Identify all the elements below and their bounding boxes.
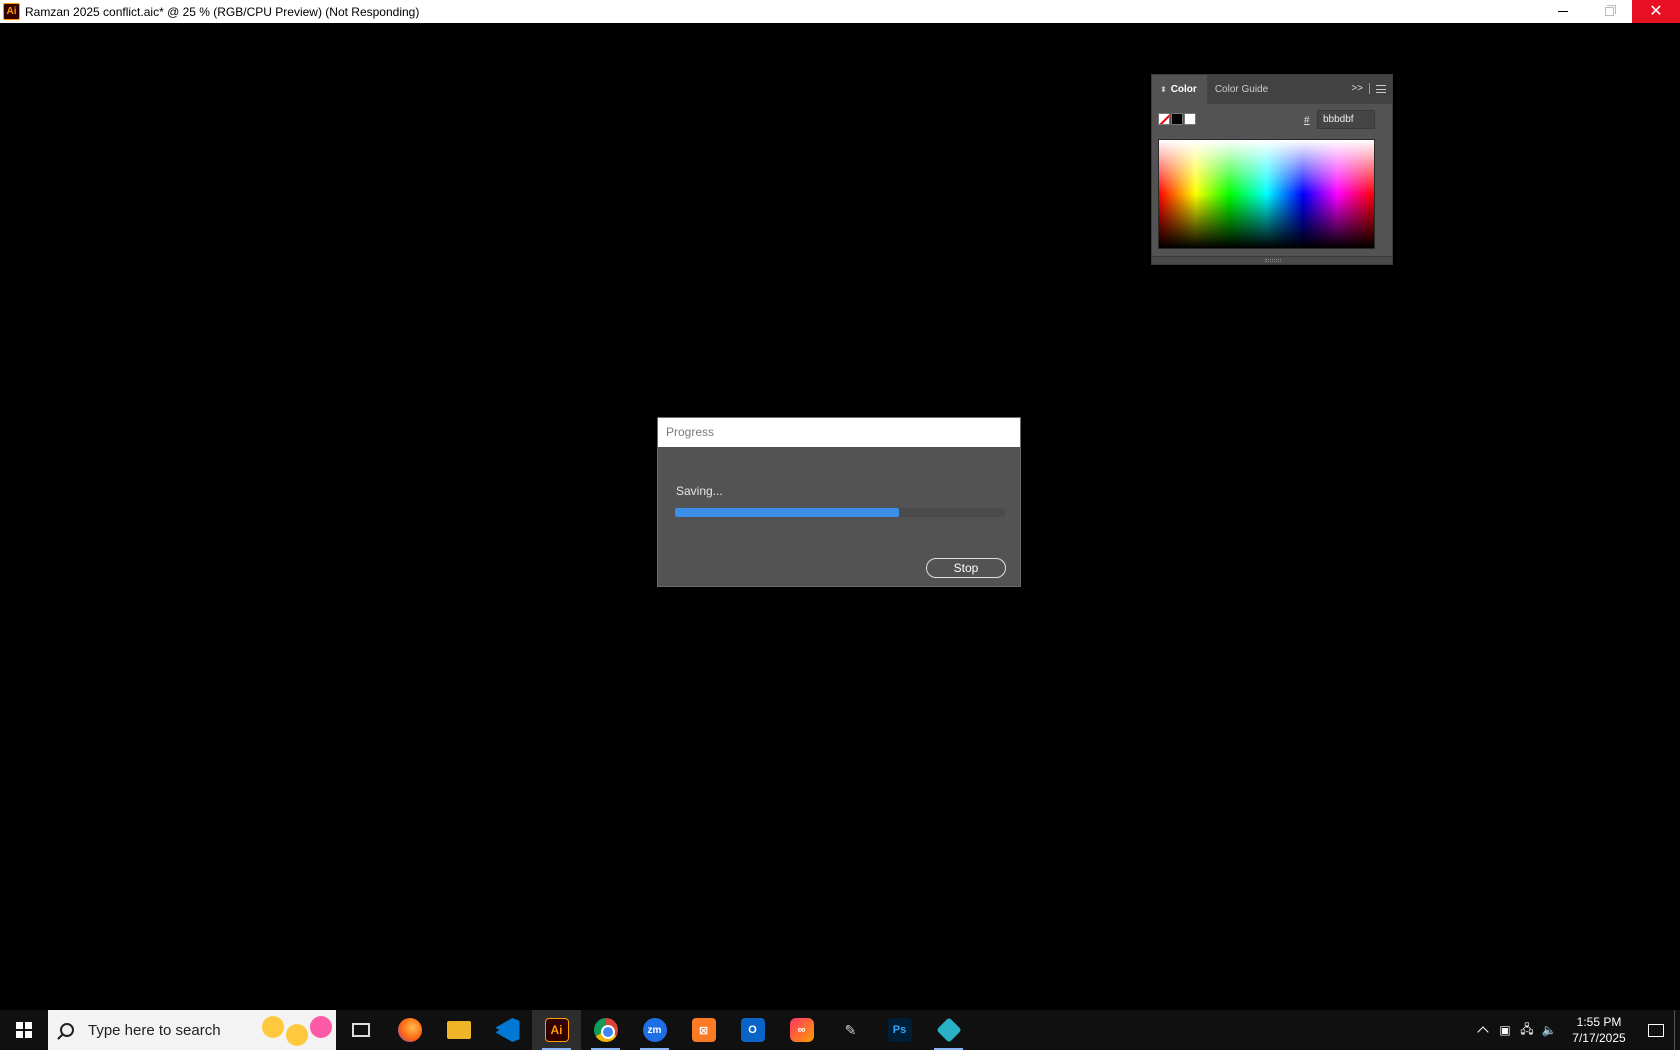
taskbar-file-explorer[interactable]: [434, 1010, 483, 1050]
illustrator-icon: Ai: [544, 1018, 569, 1042]
folder-icon: [446, 1021, 471, 1039]
firefox-icon: [397, 1018, 422, 1042]
creative-cloud-icon: ∞: [789, 1018, 814, 1042]
search-placeholder: Type here to search: [88, 1021, 221, 1039]
notification-icon: [1648, 1023, 1664, 1037]
hex-color-input[interactable]: bbbdbf: [1317, 110, 1375, 129]
close-button[interactable]: ✕: [1632, 0, 1680, 23]
tab-color-guide-label: Color Guide: [1214, 84, 1269, 95]
network-icon[interactable]: 🖧: [1516, 1010, 1538, 1050]
taskbar-illustrator[interactable]: Ai: [532, 1010, 581, 1050]
taskbar-vscode[interactable]: [483, 1010, 532, 1050]
dialog-title: Progress: [658, 418, 1020, 447]
color-panel-tabs: ⬍ Color Color Guide >>: [1152, 75, 1392, 104]
emoji-icon: [286, 1024, 308, 1046]
system-tray: ▣ 🖧 🔈 1:55 PM 7/17/2025: [1472, 1010, 1680, 1050]
outlook-icon: O: [740, 1018, 765, 1042]
taskbar-zoom[interactable]: zm: [630, 1010, 679, 1050]
show-hidden-icons-button[interactable]: [1472, 1010, 1494, 1050]
taskbar-clock[interactable]: 1:55 PM 7/17/2025: [1564, 1014, 1634, 1046]
taskbar-firefox[interactable]: [385, 1010, 434, 1050]
window-title-bar: Ai Ramzan 2025 conflict.aic* @ 25 % (RGB…: [0, 0, 1680, 23]
hex-hash-label: #: [1304, 115, 1310, 126]
search-icon: [60, 1023, 74, 1037]
collapse-panel-icon[interactable]: >>: [1351, 83, 1363, 94]
vscode-icon: [495, 1018, 520, 1042]
zoom-icon: zm: [642, 1018, 667, 1042]
xampp-icon: ⊠: [691, 1018, 716, 1042]
black-swatch[interactable]: [1171, 113, 1183, 125]
show-desktop-button[interactable]: [1674, 1010, 1680, 1050]
progress-dialog: Progress Saving... Stop: [657, 417, 1021, 587]
taskbar-diamond-app[interactable]: [924, 1010, 973, 1050]
clock-date: 7/17/2025: [1572, 1031, 1626, 1045]
minimize-button[interactable]: [1540, 0, 1586, 23]
emoji-icon: [262, 1016, 284, 1038]
taskbar-task-view[interactable]: [336, 1010, 385, 1050]
photoshop-icon: Ps: [887, 1018, 912, 1042]
stop-button[interactable]: Stop: [926, 558, 1006, 578]
panel-resize-bar[interactable]: [1152, 256, 1392, 264]
volume-icon[interactable]: 🔈: [1538, 1010, 1560, 1050]
taskbar-outlook[interactable]: O: [728, 1010, 777, 1050]
tray-display-icon[interactable]: ▣: [1494, 1010, 1516, 1050]
start-button[interactable]: [0, 1010, 48, 1050]
panel-menu-icon[interactable]: [1376, 84, 1386, 93]
color-swatch-row: # bbbdbf: [1152, 104, 1392, 130]
window-title: Ramzan 2025 conflict.aic* @ 25 % (RGB/CP…: [25, 4, 420, 19]
color-panel: ⬍ Color Color Guide >> # bbbdbf: [1151, 74, 1393, 265]
taskbar: Type here to search Ai zm ⊠ O ∞ ✎ Ps ▣ 🖧…: [0, 1010, 1680, 1050]
saving-status: Saving...: [676, 484, 723, 498]
action-center-button[interactable]: [1638, 1010, 1674, 1050]
white-swatch[interactable]: [1184, 113, 1196, 125]
minimize-icon: [1558, 11, 1568, 12]
tab-color-guide[interactable]: Color Guide: [1207, 75, 1278, 104]
none-swatch[interactable]: [1158, 113, 1170, 125]
progress-bar: [675, 508, 1005, 517]
tab-color[interactable]: ⬍ Color: [1152, 75, 1207, 104]
illustrator-app-icon[interactable]: Ai: [3, 3, 20, 20]
taskbar-xampp[interactable]: ⊠: [679, 1010, 728, 1050]
taskbar-chrome[interactable]: [581, 1010, 630, 1050]
divider: [1369, 83, 1370, 94]
taskbar-search[interactable]: Type here to search: [48, 1010, 336, 1050]
taskbar-pen-tool[interactable]: ✎: [826, 1010, 875, 1050]
search-highlight[interactable]: [262, 1016, 332, 1046]
task-view-icon: [351, 1023, 370, 1037]
pen-icon: ✎: [844, 1021, 857, 1038]
chevron-up-icon: [1477, 1026, 1489, 1038]
restore-button[interactable]: [1586, 0, 1632, 23]
close-icon: ✕: [1649, 2, 1663, 20]
taskbar-photoshop[interactable]: Ps: [875, 1010, 924, 1050]
taskbar-creative-cloud[interactable]: ∞: [777, 1010, 826, 1050]
color-spectrum[interactable]: [1158, 139, 1375, 249]
emoji-icon: [310, 1016, 332, 1038]
tab-color-label: Color: [1170, 84, 1197, 95]
windows-logo-icon: [16, 1022, 32, 1038]
panel-controls: >>: [1351, 83, 1386, 94]
diamond-icon: [935, 1017, 962, 1043]
updown-arrow-icon[interactable]: ⬍: [1160, 85, 1167, 94]
resize-grip-icon[interactable]: [1265, 259, 1281, 262]
chrome-icon: [593, 1018, 618, 1042]
clock-time: 1:55 PM: [1576, 1015, 1622, 1029]
progress-bar-fill: [675, 508, 900, 517]
restore-icon: [1604, 5, 1616, 16]
